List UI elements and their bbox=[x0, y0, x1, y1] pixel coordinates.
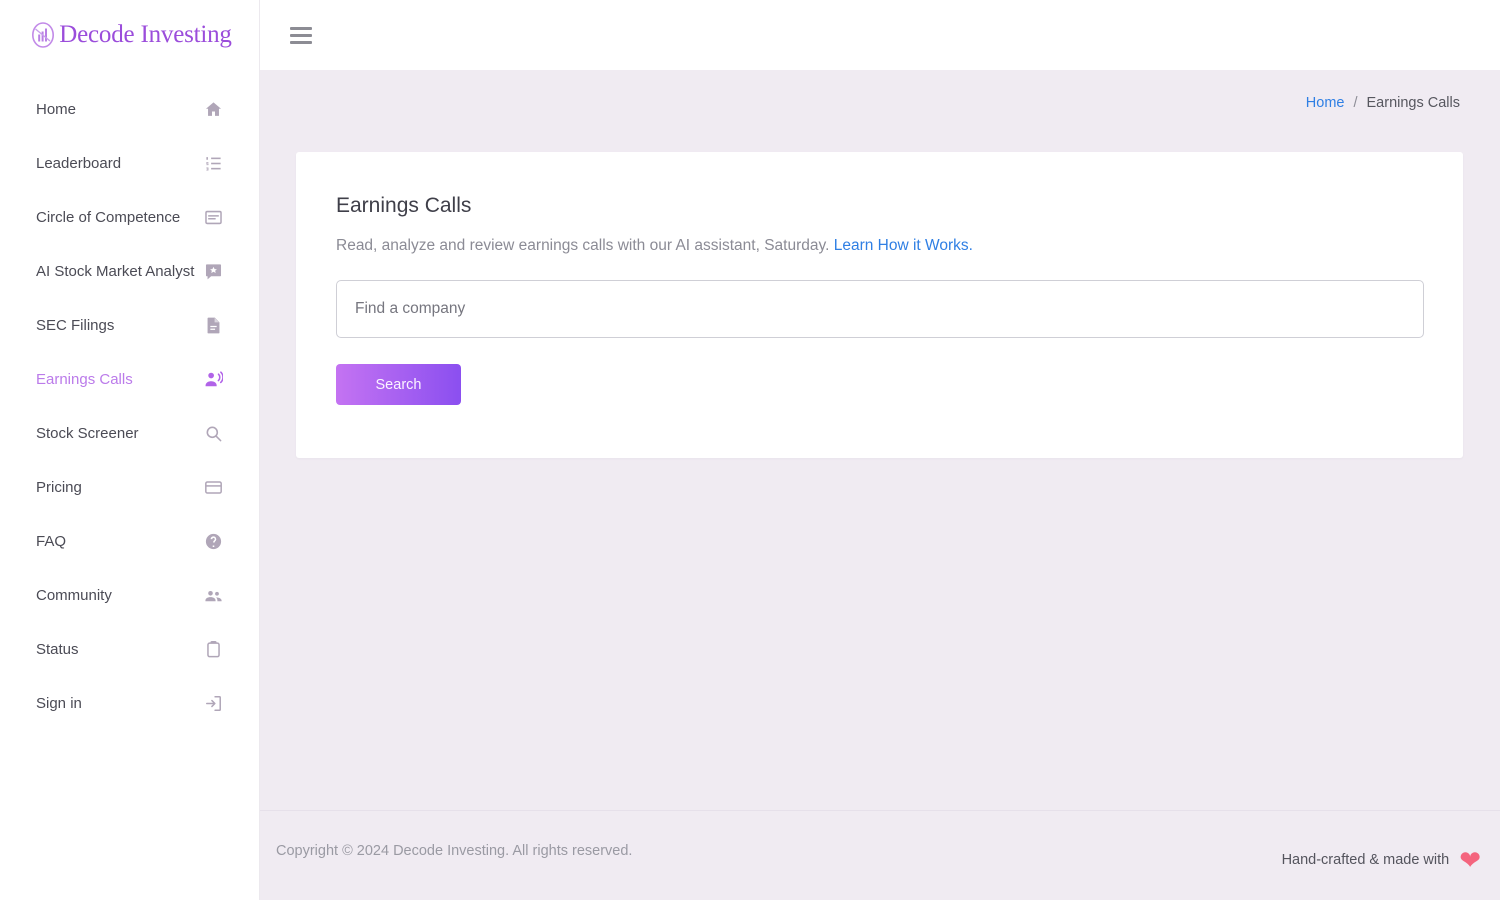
footer: Copyright © 2024 Decode Investing. All r… bbox=[260, 810, 1500, 900]
home-icon bbox=[203, 99, 223, 119]
hamburger-bar bbox=[290, 33, 312, 37]
login-arrow-icon bbox=[203, 693, 223, 713]
sidebar-item-label: Leaderboard bbox=[36, 154, 122, 172]
heart-icon: ❤ bbox=[1459, 845, 1481, 875]
document-icon bbox=[203, 315, 223, 335]
sidebar-item-label: Earnings Calls bbox=[36, 370, 133, 388]
record-voice-over-icon bbox=[203, 369, 223, 389]
search-button[interactable]: Search bbox=[336, 364, 461, 405]
page-description: Read, analyze and review earnings calls … bbox=[336, 237, 1423, 255]
sidebar-item-label: Stock Screener bbox=[36, 424, 139, 442]
sidebar-item-label: AI Stock Market Analyst bbox=[36, 262, 195, 280]
breadcrumb: Home / Earnings Calls bbox=[260, 70, 1500, 136]
breadcrumb-current: Earnings Calls bbox=[1366, 95, 1461, 111]
sidebar-item-faq[interactable]: FAQ bbox=[0, 514, 259, 568]
search-icon bbox=[203, 423, 223, 443]
ai-chat-badge-icon bbox=[203, 261, 223, 281]
sidebar-item-pricing[interactable]: Pricing bbox=[0, 460, 259, 514]
sidebar-item-label: Pricing bbox=[36, 478, 82, 496]
footer-credit: Hand-crafted & made with ❤ bbox=[1282, 847, 1481, 873]
hamburger-menu-icon[interactable] bbox=[290, 22, 316, 48]
sidebar-item-label: Sign in bbox=[36, 694, 82, 712]
sidebar-item-ai-stock-market-analyst[interactable]: AI Stock Market Analyst bbox=[0, 244, 259, 298]
top-bar bbox=[260, 0, 1500, 70]
footer-copyright: Copyright © 2024 Decode Investing. All r… bbox=[276, 843, 633, 859]
sidebar-item-status[interactable]: Status bbox=[0, 622, 259, 676]
list-ordered-icon bbox=[203, 153, 223, 173]
web-asset-icon bbox=[203, 207, 223, 227]
sidebar-item-earnings-calls[interactable]: Earnings Calls bbox=[0, 352, 259, 406]
sidebar-item-label: SEC Filings bbox=[36, 316, 115, 334]
sidebar-item-label: FAQ bbox=[36, 532, 67, 550]
footer-made-with-text: Hand-crafted & made with bbox=[1281, 852, 1450, 868]
help-circle-icon bbox=[203, 531, 223, 551]
sidebar-item-leaderboard[interactable]: Leaderboard bbox=[0, 136, 259, 190]
sidebar: Decode Investing Home Leaderboard Circle… bbox=[0, 0, 260, 900]
page-description-text: Read, analyze and review earnings calls … bbox=[336, 237, 830, 254]
sidebar-item-label: Circle of Competence bbox=[36, 208, 181, 226]
brand-name: Decode Investing bbox=[59, 21, 232, 48]
main-content: Home / Earnings Calls Earnings Calls Rea… bbox=[260, 70, 1500, 810]
brand-logo[interactable]: Decode Investing bbox=[0, 0, 259, 70]
sidebar-nav: Home Leaderboard Circle of Competence AI… bbox=[0, 70, 259, 730]
people-group-icon bbox=[203, 585, 223, 605]
hamburger-bar bbox=[290, 40, 312, 44]
breadcrumb-home-link[interactable]: Home bbox=[1306, 95, 1345, 111]
earnings-calls-card: Earnings Calls Read, analyze and review … bbox=[296, 152, 1463, 458]
chart-circle-logo-icon bbox=[31, 21, 57, 49]
sidebar-item-label: Home bbox=[36, 100, 77, 118]
sidebar-item-sign-in[interactable]: Sign in bbox=[0, 676, 259, 730]
credit-card-icon bbox=[203, 477, 223, 497]
sidebar-item-community[interactable]: Community bbox=[0, 568, 259, 622]
sidebar-item-sec-filings[interactable]: SEC Filings bbox=[0, 298, 259, 352]
sidebar-item-home[interactable]: Home bbox=[0, 82, 259, 136]
sidebar-item-label: Community bbox=[36, 586, 112, 604]
sidebar-item-circle-of-competence[interactable]: Circle of Competence bbox=[0, 190, 259, 244]
learn-how-it-works-link[interactable]: Learn How it Works. bbox=[834, 237, 973, 254]
breadcrumb-separator: / bbox=[1353, 95, 1358, 111]
clipboard-icon bbox=[203, 639, 223, 659]
search-input[interactable] bbox=[336, 280, 1424, 338]
page-title: Earnings Calls bbox=[336, 194, 472, 217]
sidebar-item-stock-screener[interactable]: Stock Screener bbox=[0, 406, 259, 460]
hamburger-bar bbox=[290, 26, 312, 30]
app-root: Decode Investing Home Leaderboard Circle… bbox=[0, 0, 1500, 900]
sidebar-item-label: Status bbox=[36, 640, 79, 658]
